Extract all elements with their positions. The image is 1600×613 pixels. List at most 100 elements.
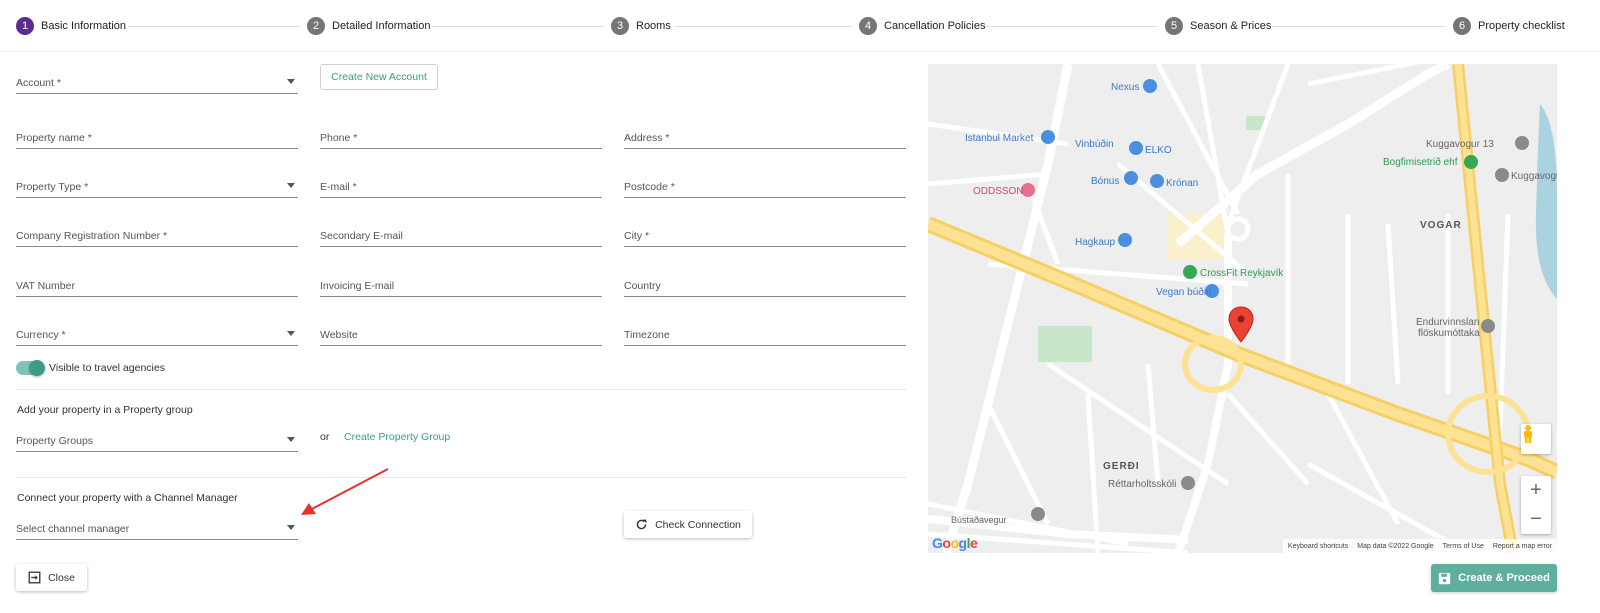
map-label-bogfimisetrid: Bogfimisetrið ehf	[1383, 157, 1458, 168]
map-zoom-controls: + −	[1521, 476, 1551, 534]
property-group-heading: Add your property in a Property group	[17, 404, 193, 416]
address-field[interactable]: Address *	[624, 123, 906, 149]
step-connector	[674, 26, 852, 27]
chevron-down-icon	[287, 525, 295, 530]
currency-select[interactable]: Currency *	[16, 320, 298, 346]
city-label: City *	[624, 230, 650, 242]
annotation-arrow-icon	[301, 468, 389, 515]
chevron-down-icon	[287, 183, 295, 188]
visible-to-agencies-label: Visible to travel agencies	[49, 362, 165, 374]
map-label-elko: ELKO	[1145, 145, 1172, 156]
close-button[interactable]: Close	[16, 564, 87, 591]
step-number: 4	[859, 17, 877, 35]
close-label: Close	[48, 571, 75, 584]
map-label-kuggavogur: Kuggavogur	[1511, 171, 1557, 182]
map-label-kuggavogur-13: Kuggavogur 13	[1426, 139, 1494, 150]
step-basic-information[interactable]: 1 Basic Information	[16, 17, 126, 35]
step-label: Detailed Information	[332, 20, 431, 32]
toggle-knob	[29, 360, 45, 376]
timezone-field[interactable]: Timezone	[624, 320, 906, 346]
property-groups-label: Property Groups	[16, 435, 94, 447]
step-number: 5	[1165, 17, 1183, 35]
step-number: 1	[16, 17, 34, 35]
save-icon	[1438, 572, 1451, 584]
terms-of-use-link[interactable]: Terms of Use	[1443, 543, 1484, 550]
step-number: 3	[611, 17, 629, 35]
step-property-checklist[interactable]: 6 Property checklist	[1453, 17, 1565, 35]
zoom-out-button[interactable]: −	[1521, 505, 1551, 534]
map-label-istanbul-market: Istanbul Market	[965, 133, 1034, 144]
create-new-account-button[interactable]: Create New Account	[320, 64, 438, 90]
report-map-error-link[interactable]: Report a map error	[1493, 543, 1552, 550]
visible-to-agencies-toggle[interactable]	[16, 360, 45, 376]
map-label-hagkaup: Hagkaup	[1075, 237, 1116, 248]
property-name-label: Property name *	[16, 132, 92, 144]
invoicing-email-field[interactable]: Invoicing E-mail	[320, 271, 602, 297]
map-label-floskumottaka: flöskumóttaka	[1418, 328, 1480, 339]
channel-manager-label: Select channel manager	[16, 523, 130, 535]
invoicing-email-label: Invoicing E-mail	[320, 280, 395, 292]
step-cancellation-policies[interactable]: 4 Cancellation Policies	[859, 17, 986, 35]
google-logo: Google	[932, 535, 978, 551]
map-label-kronan: Krónan	[1166, 178, 1199, 189]
vat-number-field[interactable]: VAT Number	[16, 271, 298, 297]
property-location-map[interactable]: Nexus Istanbul Market Vinbúðin ELKO Bónu…	[928, 64, 1557, 553]
step-connector	[128, 26, 300, 27]
step-label: Basic Information	[41, 20, 126, 32]
website-label: Website	[320, 329, 358, 341]
account-select[interactable]: Account *	[16, 68, 298, 94]
refresh-icon	[636, 519, 647, 530]
exit-icon	[28, 571, 41, 584]
check-connection-label: Check Connection	[655, 518, 741, 531]
create-property-group-link[interactable]: Create Property Group	[344, 431, 450, 443]
chevron-down-icon	[287, 331, 295, 336]
map-label-rettarholtsskoli: Réttarholtsskóli	[1108, 479, 1177, 490]
map-label-nexus: Nexus	[1111, 82, 1140, 93]
map-label-gerdi: GERÐI	[1103, 461, 1140, 472]
create-proceed-button[interactable]: Create & Proceed	[1431, 564, 1557, 592]
secondary-email-field[interactable]: Secondary E-mail	[320, 221, 602, 247]
step-detailed-information[interactable]: 2 Detailed Information	[307, 17, 430, 35]
map-attribution-bar: Keyboard shortcuts Map data ©2022 Google…	[1282, 539, 1557, 553]
chevron-down-icon	[287, 437, 295, 442]
step-connector	[1272, 26, 1446, 27]
postcode-label: Postcode *	[624, 181, 675, 193]
website-field[interactable]: Website	[320, 320, 602, 346]
secondary-email-label: Secondary E-mail	[320, 230, 403, 242]
step-rooms[interactable]: 3 Rooms	[611, 17, 671, 35]
step-label: Rooms	[636, 20, 671, 32]
property-type-select[interactable]: Property Type *	[16, 172, 298, 198]
map-label-crossfit: CrossFit Reykjavík	[1200, 268, 1284, 279]
country-field[interactable]: Country	[624, 271, 906, 297]
keyboard-shortcuts-link[interactable]: Keyboard shortcuts	[1288, 543, 1348, 550]
map-label-oddsson: ODDSSON	[973, 186, 1024, 197]
step-season-prices[interactable]: 5 Season & Prices	[1165, 17, 1271, 35]
phone-field[interactable]: Phone *	[320, 123, 602, 149]
street-view-pegman-icon[interactable]	[1521, 424, 1551, 454]
step-connector	[432, 26, 604, 27]
postcode-field[interactable]: Postcode *	[624, 172, 906, 198]
phone-label: Phone *	[320, 132, 358, 144]
section-divider	[16, 477, 906, 478]
email-label: E-mail *	[320, 181, 357, 193]
map-data-label: Map data ©2022 Google	[1357, 542, 1434, 550]
map-label-vogar: VOGAR	[1420, 220, 1462, 231]
channel-manager-select[interactable]: Select channel manager	[16, 514, 298, 540]
wizard-stepper: 1 Basic Information 2 Detailed Informati…	[0, 0, 1600, 52]
zoom-in-button[interactable]: +	[1521, 476, 1551, 505]
step-label: Property checklist	[1478, 20, 1565, 32]
step-connector	[986, 26, 1158, 27]
property-name-field[interactable]: Property name *	[16, 123, 298, 149]
property-type-label: Property Type *	[16, 181, 89, 193]
map-label-endurvinnslan: Endurvinnslan	[1416, 317, 1480, 328]
property-groups-select[interactable]: Property Groups	[16, 426, 298, 452]
property-wizard: 1 Basic Information 2 Detailed Informati…	[0, 0, 1600, 613]
company-registration-field[interactable]: Company Registration Number *	[16, 221, 298, 247]
step-number: 2	[307, 17, 325, 35]
email-field[interactable]: E-mail *	[320, 172, 602, 198]
country-label: Country	[624, 280, 661, 292]
company-registration-label: Company Registration Number *	[16, 230, 168, 242]
city-field[interactable]: City *	[624, 221, 906, 247]
timezone-label: Timezone	[624, 329, 670, 341]
check-connection-button[interactable]: Check Connection	[624, 511, 752, 538]
